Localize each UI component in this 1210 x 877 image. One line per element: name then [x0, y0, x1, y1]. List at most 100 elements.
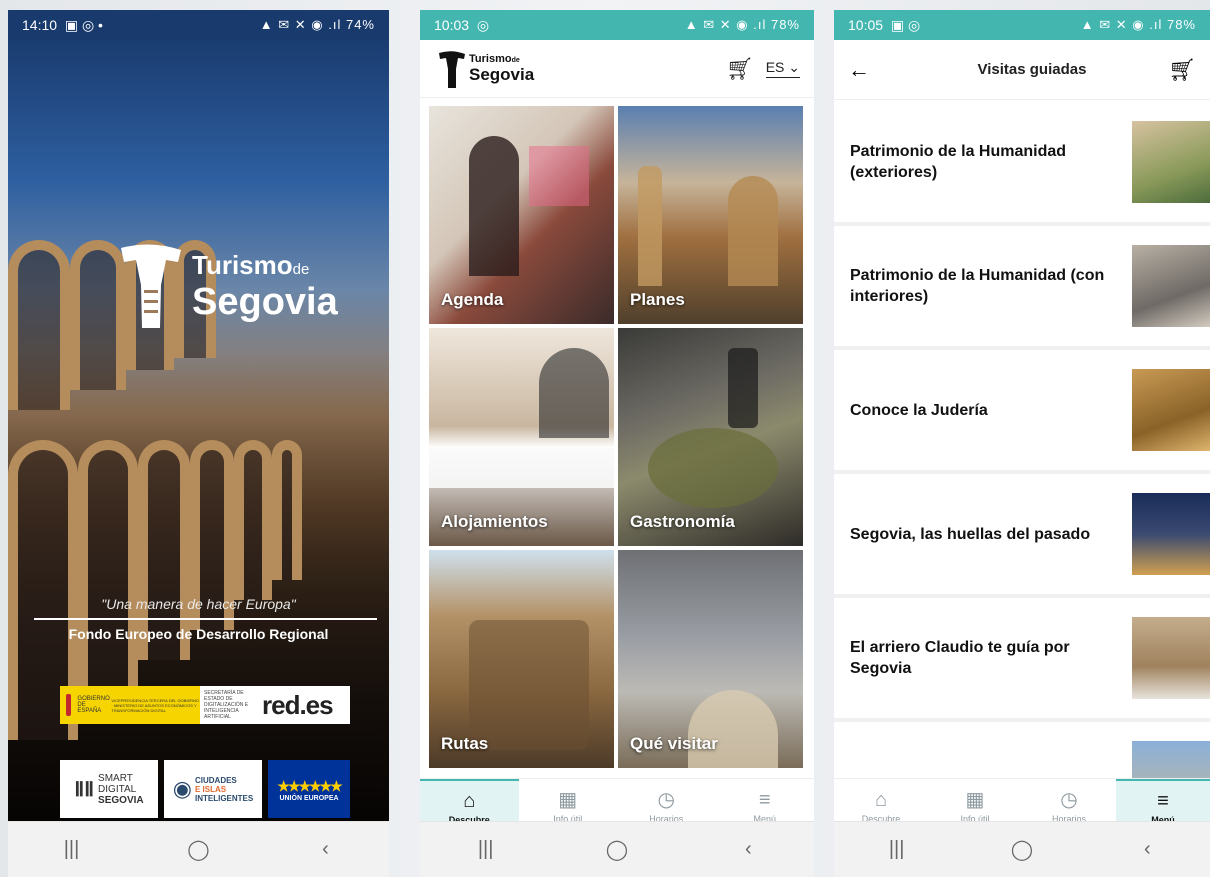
turismo-segovia-logo[interactable]: Turismode Segovia: [438, 49, 534, 89]
tile-label: Alojamientos: [441, 512, 548, 531]
item-thumbnail: [1132, 245, 1210, 327]
back-button[interactable]: ‹: [718, 838, 778, 861]
brand-segovia: Segovia: [192, 280, 338, 323]
divider: [34, 618, 377, 620]
cart-icon[interactable]: 🛒︎: [726, 56, 754, 82]
language-selector[interactable]: ES ⌄: [765, 59, 800, 78]
brand-turismo: Turismode: [192, 249, 310, 280]
smart-digital-segovia-logo: ⅡⅡ SMART DIGITAL SEGOVIA: [60, 760, 158, 818]
tile-label: Gastronomía: [630, 512, 735, 531]
gobierno-espana-logo: GOBIERNO DE ESPAÑA VICEPRESIDENCIA TERCE…: [60, 686, 200, 724]
tour-list: Patrimonio de la Humanidad (exteriores) …: [834, 102, 1210, 846]
tile-planes[interactable]: Planes: [618, 106, 803, 324]
recents-button[interactable]: |||: [42, 838, 102, 861]
tile-label: Agenda: [441, 290, 504, 309]
home-icon: ⌂: [463, 789, 476, 812]
category-grid: Agenda Planes Alojamientos Gastronomía R…: [429, 106, 805, 768]
brand-turismo: Turismode: [469, 52, 520, 65]
item-thumbnail: [1132, 617, 1210, 699]
phone-descubre: 10:03 ◎ ▲ ✉ ✕ ◉ .ıl 78% Turismode Segovi…: [420, 10, 814, 877]
home-icon: ⌂: [874, 788, 888, 811]
tile-alojamientos[interactable]: Alojamientos: [429, 328, 614, 546]
status-notification-icons: ▣ ◎ •: [64, 16, 103, 33]
status-time: 10:05: [848, 16, 884, 33]
tile-que-visitar[interactable]: Qué visitar: [618, 550, 803, 768]
chevron-down-icon: ⌄: [788, 59, 800, 75]
status-system-icons: ▲ ✉ ✕ ◉ .ıl: [259, 17, 342, 32]
status-system-icons: ▲ ✉ ✕ ◉ .ıl: [684, 17, 767, 32]
home-button[interactable]: ◯: [992, 837, 1052, 862]
item-title: Conoce la Judería: [850, 401, 988, 419]
back-button[interactable]: ‹: [1117, 838, 1177, 861]
status-left: 14:10 ▣ ◎ •: [22, 17, 103, 34]
status-left: 10:05 ▣ ◎: [848, 17, 920, 34]
home-button[interactable]: ◯: [587, 837, 647, 862]
header-actions: 🛒︎ ES ⌄: [726, 56, 800, 82]
menu-icon: ≡: [1157, 789, 1169, 812]
turismo-segovia-logo: Turismode Segovia: [116, 240, 338, 330]
union-europea-logo: ★★★★★★ UNIÓN EUROPEA: [268, 760, 350, 818]
screenshot-stage: 14:10 ▣ ◎ • ▲ ✉ ✕ ◉ .ıl 74% Turismode Se…: [0, 0, 1210, 877]
status-right: ▲ ✉ ✕ ◉ .ıl 78%: [685, 17, 800, 33]
battery-level: 78%: [770, 17, 800, 32]
system-navigation-bar: ||| ◯ ‹: [420, 821, 814, 877]
tile-label: Qué visitar: [630, 734, 718, 753]
ciudades-inteligentes-logo: ◉ CIUDADES E ISLAS INTELIGENTES: [164, 760, 262, 818]
status-time: 10:03: [434, 16, 470, 33]
menu-icon: ≡: [758, 788, 771, 811]
list-item[interactable]: Patrimonio de la Humanidad (exteriores): [834, 102, 1210, 226]
location-pin-icon: ◉: [172, 776, 192, 801]
item-thumbnail: [1132, 121, 1210, 203]
recents-button[interactable]: |||: [867, 838, 927, 861]
item-thumbnail: [1132, 369, 1210, 451]
tile-label: Rutas: [441, 734, 489, 753]
item-title: Patrimonio de la Humanidad (con interior…: [850, 267, 1105, 305]
phone-splash: 14:10 ▣ ◎ • ▲ ✉ ✕ ◉ .ıl 74% Turismode Se…: [8, 10, 389, 877]
columns-icon: ⅡⅡ: [74, 778, 95, 801]
status-right: ▲ ✉ ✕ ◉ .ıl 74%: [260, 17, 375, 33]
segovia-tower-logo-icon: [439, 50, 465, 88]
back-arrow-icon[interactable]: ←: [848, 57, 888, 83]
status-system-icons: ▲ ✉ ✕ ◉ .ıl: [1080, 17, 1163, 32]
item-title: Segovia, las huellas del pasado: [850, 525, 1091, 543]
recents-button[interactable]: |||: [456, 838, 516, 861]
item-title: El arriero Claudio te guía por Segovia: [850, 639, 1070, 677]
app-header: Turismode Segovia 🛒︎ ES ⌄: [420, 40, 814, 98]
fondo-europeo-text: Fondo Europeo de Desarrollo Regional: [68, 626, 329, 642]
system-navigation-bar: ||| ◯ ‹: [8, 821, 389, 877]
item-title: Patrimonio de la Humanidad (exteriores): [850, 143, 1067, 181]
battery-level: 78%: [1166, 17, 1196, 32]
spain-shield-icon: [66, 694, 72, 716]
status-bar: 10:03 ◎ ▲ ✉ ✕ ◉ .ıl 78%: [420, 10, 814, 40]
app-header: ← Visitas guiadas 🛒︎: [834, 40, 1210, 100]
status-time: 14:10: [22, 16, 58, 33]
status-notification-icons: ◎: [476, 16, 490, 33]
home-button[interactable]: ◯: [169, 837, 229, 862]
tile-gastronomia[interactable]: Gastronomía: [618, 328, 803, 546]
list-item[interactable]: Patrimonio de la Humanidad (con interior…: [834, 226, 1210, 350]
map-icon: ▦: [558, 788, 578, 811]
list-item[interactable]: Segovia, las huellas del pasado: [834, 474, 1210, 598]
clock-icon: ◷: [657, 788, 675, 811]
list-item[interactable]: Conoce la Judería: [834, 350, 1210, 474]
cart-icon[interactable]: 🛒︎: [1156, 57, 1196, 83]
brand-segovia: Segovia: [469, 64, 535, 84]
status-left: 10:03 ◎: [434, 17, 489, 34]
tagline-text: "Una manera de hacer Europa": [101, 596, 296, 612]
tile-agenda[interactable]: Agenda: [429, 106, 614, 324]
battery-level: 74%: [345, 17, 375, 32]
eu-stars-icon: ★★★★★★: [277, 777, 342, 794]
tile-rutas[interactable]: Rutas: [429, 550, 614, 768]
segovia-tower-logo-icon: [121, 244, 181, 328]
status-bar: 10:05 ▣ ◎ ▲ ✉ ✕ ◉ .ıl 78%: [834, 10, 1210, 40]
status-notification-icons: ▣ ◎: [890, 16, 921, 33]
redes-logo: red.es: [262, 689, 334, 720]
back-button[interactable]: ‹: [296, 838, 356, 861]
clock-icon: ◷: [1060, 788, 1078, 811]
list-item[interactable]: El arriero Claudio te guía por Segovia: [834, 598, 1210, 722]
status-right: ▲ ✉ ✕ ◉ .ıl 78%: [1081, 17, 1196, 33]
secretaria-estado-text: SECRETARÍA DE ESTADO DE DIGITALIZACIÓN E…: [204, 690, 249, 720]
phone-visitas-guiadas: 10:05 ▣ ◎ ▲ ✉ ✕ ◉ .ıl 78% ← Visitas guia…: [834, 10, 1210, 877]
sponsor-banner-gobierno-redes: GOBIERNO DE ESPAÑA VICEPRESIDENCIA TERCE…: [60, 686, 350, 724]
map-icon: ▦: [965, 788, 985, 811]
